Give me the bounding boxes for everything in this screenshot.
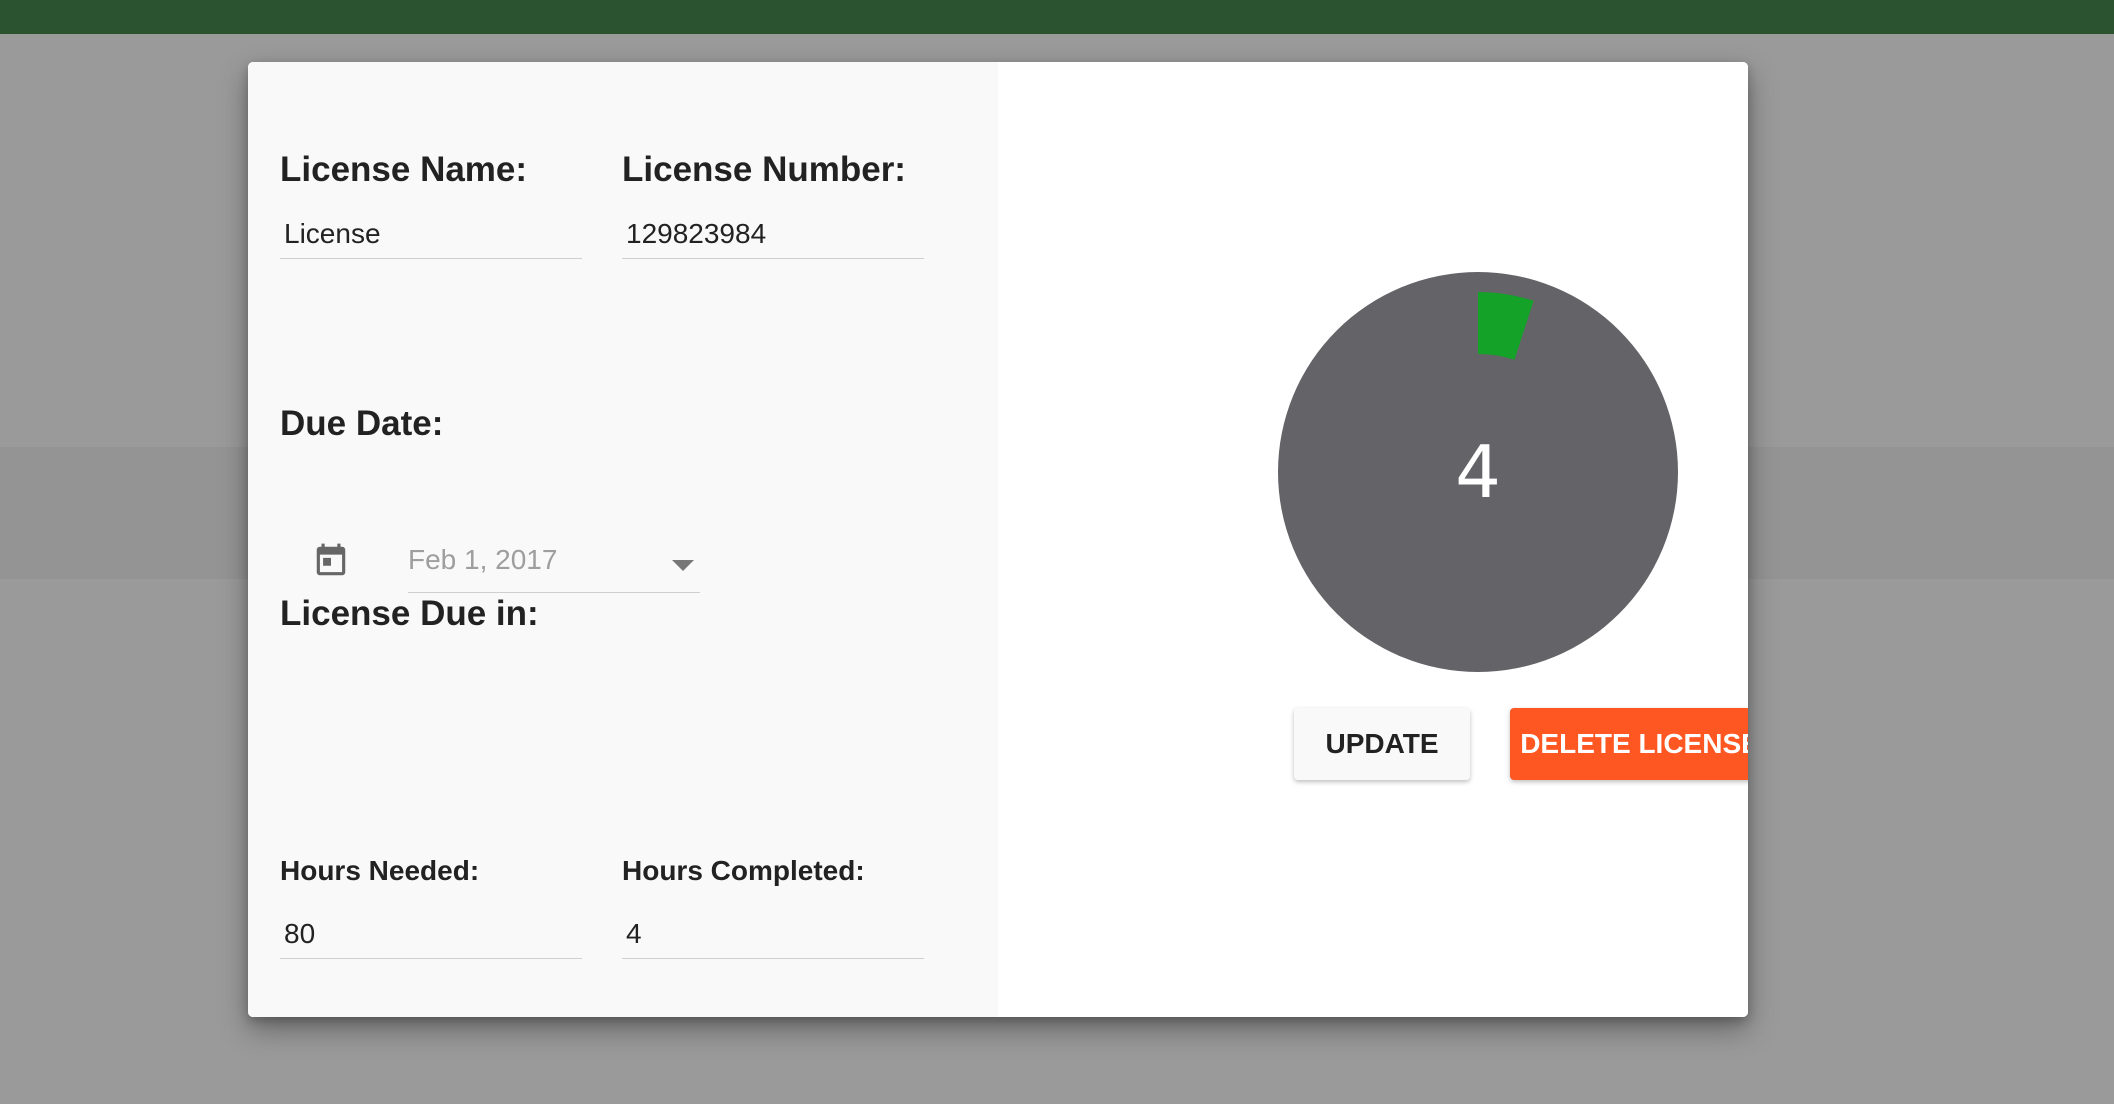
due-date-value: Feb 1, 2017	[408, 544, 558, 575]
license-name-field[interactable]	[280, 210, 582, 259]
license-number-input[interactable]	[622, 210, 924, 258]
progress-pie: 4	[1278, 272, 1678, 672]
pie-center-label: 4	[1455, 430, 1501, 514]
license-due-in-label: License Due in:	[280, 594, 539, 633]
hours-completed-label: Hours Completed:	[622, 855, 865, 886]
hours-needed-field[interactable]	[280, 910, 582, 959]
dropdown-arrow-icon[interactable]	[672, 560, 694, 571]
due-date-picker[interactable]: Feb 1, 2017	[408, 524, 700, 593]
hours-needed-label: Hours Needed:	[280, 855, 480, 886]
license-dialog: License Name: License Number: Due Date: …	[248, 62, 1748, 1017]
license-name-input[interactable]	[280, 210, 582, 258]
update-button[interactable]: UPDATE	[1294, 708, 1470, 780]
license-form-pane: License Name: License Number: Due Date: …	[248, 62, 998, 1017]
hours-progress-chart: 4	[1276, 270, 1680, 674]
hours-completed-field[interactable]	[622, 910, 924, 959]
license-number-field[interactable]	[622, 210, 924, 259]
hours-needed-input[interactable]	[280, 910, 582, 958]
license-number-label: License Number:	[622, 150, 906, 189]
due-date-label: Due Date:	[280, 404, 444, 443]
delete-license-button[interactable]: DELETE LICENSE	[1510, 708, 1748, 780]
app-top-bar	[0, 0, 2114, 34]
progress-pane: 4 UPDATE DELETE LICENSE	[998, 62, 1748, 1017]
calendar-icon[interactable]	[312, 540, 350, 582]
license-name-label: License Name:	[280, 150, 528, 189]
hours-completed-input[interactable]	[622, 910, 924, 958]
